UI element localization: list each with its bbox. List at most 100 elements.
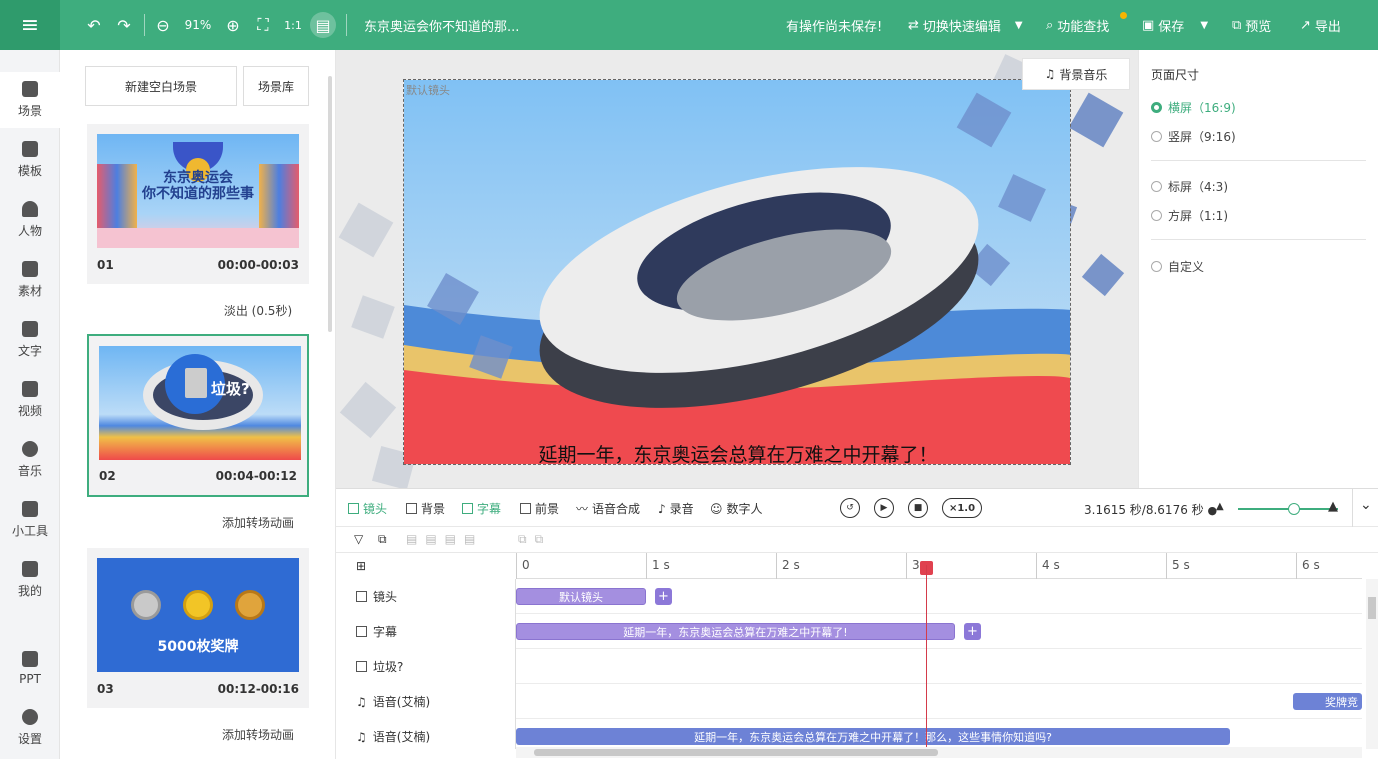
caret-down-icon: ▼	[1200, 20, 1209, 31]
scenes-panel: 新建空白场景 场景库 东京奥运会 你不知道的那些事 01 00:00-00:03…	[60, 50, 336, 759]
playhead[interactable]	[926, 565, 927, 753]
subtitle-mode-icon[interactable]: ▤	[310, 12, 336, 38]
sidebar-item-person[interactable]: 人物	[0, 192, 60, 248]
tab-tts[interactable]: 〰语音合成	[576, 500, 640, 517]
add-subtitle-button[interactable]: +	[964, 623, 981, 640]
ratio-16-9-radio[interactable]: 横屏（16:9)	[1151, 99, 1236, 116]
sidebar-item-material[interactable]: 素材	[0, 252, 60, 308]
align-tools[interactable]: ▤▤▤▤	[406, 532, 483, 546]
zoom-out-icon[interactable]: ⊖	[152, 13, 174, 37]
preview-stage[interactable]: 延期一年，东京奥运会总算在万难之中开幕了！	[403, 79, 1071, 465]
time-ruler[interactable]: 0 1 s 2 s 3 4 s 5 s 6 s	[516, 553, 1362, 579]
stage-subtitle[interactable]: 延期一年，东京奥运会总算在万难之中开幕了！	[404, 440, 1070, 464]
scene-time: 00:00-00:03	[217, 258, 299, 272]
sidebar-item-template[interactable]: 模板	[0, 132, 60, 188]
ratio-9-16-radio[interactable]: 竖屏（9:16)	[1151, 128, 1236, 145]
camera-clip[interactable]: 默认镜头	[516, 588, 646, 605]
redo-icon[interactable]: ↷	[112, 13, 136, 37]
save-button[interactable]: ▣ 保存 ▼	[1142, 16, 1208, 35]
tab-camera[interactable]: 镜头	[348, 500, 387, 517]
properties-panel: 页面尺寸 横屏（16:9) 竖屏（9:16) 标屏（4:3) 方屏（1:1) 自…	[1138, 50, 1378, 488]
tab-background[interactable]: 背景	[406, 500, 445, 517]
tab-digital-human[interactable]: ☺ 数字人	[710, 500, 763, 517]
background-music-button[interactable]: ♫ 背景音乐	[1022, 58, 1130, 90]
fullscreen-icon[interactable]: ⛶	[252, 13, 274, 37]
layers-icon[interactable]: ⧉	[378, 532, 387, 547]
zoom-in-icon[interactable]: ⊕	[222, 13, 244, 37]
collapse-icon[interactable]: ⌄	[1360, 497, 1372, 513]
scene-number: 01	[97, 258, 114, 272]
sidebar-item-settings[interactable]: 设置	[0, 700, 60, 756]
scene-thumbnail: 东京奥运会 你不知道的那些事	[97, 134, 299, 248]
project-title[interactable]: 东京奥运会你不知道的那...	[364, 16, 519, 35]
export-button[interactable]: ↗ 导出	[1300, 16, 1341, 35]
timeline-hscroll[interactable]	[516, 747, 1362, 758]
upload-icon	[22, 561, 38, 577]
timeline-vscroll[interactable]	[1366, 579, 1378, 749]
filter-icon[interactable]: ▽	[354, 532, 363, 546]
actual-size-icon[interactable]: 1:1	[282, 13, 304, 37]
ruler-tick: 0	[516, 553, 530, 579]
scene-card[interactable]: 5000枚奖牌 03 00:12-00:16	[87, 548, 309, 708]
sidebar-item-scene[interactable]: 场景	[0, 72, 60, 128]
undo-icon[interactable]: ↶	[82, 13, 106, 37]
ruler-tick: 4 s	[1036, 553, 1060, 579]
track-label-voice: ♫ 语音(艾楠)	[356, 694, 431, 710]
subtitle-clip[interactable]: 延期一年，东京奥运会总算在万难之中开幕了!	[516, 623, 955, 640]
scene-time: 00:04-00:12	[215, 469, 297, 483]
material-icon	[22, 261, 38, 277]
sidebar-item-ppt[interactable]: PPT	[0, 640, 60, 696]
speed-button[interactable]: ×1.0	[942, 498, 982, 518]
sidebar-item-text[interactable]: 文字	[0, 312, 60, 368]
template-icon	[22, 141, 38, 157]
camera-label: 默认镜头	[406, 84, 450, 97]
voice-clip[interactable]: 延期一年，东京奥运会总算在万难之中开幕了！那么，这些事情你知道吗?	[516, 728, 1230, 745]
mountain-large-icon: ▲	[1328, 499, 1338, 514]
music-note-icon: ♫	[356, 729, 367, 744]
top-toolbar: ≡ ↶ ↷ ⊖ 91% ⊕ ⛶ 1:1 ▤ 东京奥运会你不知道的那... 有操作…	[0, 0, 1378, 50]
scene-card[interactable]: 东京奥运会 你不知道的那些事 01 00:00-00:03	[87, 124, 309, 284]
tab-record[interactable]: ♪ 录音	[658, 500, 694, 517]
feature-search-button[interactable]: ⌕ 功能查找	[1046, 16, 1109, 35]
tab-subtitle[interactable]: 字幕	[462, 500, 501, 517]
zoom-slider-knob[interactable]	[1288, 503, 1300, 515]
transition-label[interactable]: 淡出 (0.5秒)	[120, 302, 335, 319]
quick-edit-button[interactable]: ⇄ 切换快速编辑 ▼	[908, 16, 1023, 35]
add-camera-button[interactable]: +	[655, 588, 672, 605]
camera-icon	[348, 503, 359, 514]
sidebar-item-mine[interactable]: 我的	[0, 552, 60, 608]
ruler-tick: 6 s	[1296, 553, 1320, 579]
page-size-heading: 页面尺寸	[1151, 68, 1200, 82]
sidebar-item-toolbox[interactable]: 小工具	[0, 492, 60, 548]
music-icon	[22, 441, 38, 457]
sidebar-item-music[interactable]: 音乐	[0, 432, 60, 488]
menu-icon[interactable]: ≡	[0, 0, 60, 50]
timeline-tools: ▽ ⧉ ▤▤▤▤ ⧉⧉	[336, 527, 1378, 553]
replay-icon[interactable]: ↺	[840, 498, 860, 518]
zoom-level: 91%	[184, 18, 212, 32]
play-icon[interactable]: ▶	[874, 498, 894, 518]
transition-label[interactable]: 添加转场动画	[120, 514, 335, 531]
track-label-voice: ♫ 语音(艾楠)	[356, 729, 431, 745]
zoom-slider[interactable]	[1238, 503, 1338, 515]
voice-clip[interactable]: 奖牌竞	[1293, 693, 1362, 710]
grid-icon[interactable]: ⊞	[356, 559, 366, 573]
notification-dot	[1120, 12, 1127, 19]
scene-number: 03	[97, 682, 114, 696]
sidebar: 场景 模板 人物 素材 文字 视频 音乐 小工具 我的 PPT 设置	[0, 50, 60, 759]
new-blank-scene-button[interactable]: 新建空白场景	[85, 66, 237, 106]
sidebar-item-video[interactable]: 视频	[0, 372, 60, 428]
preview-button[interactable]: ⧉ 预览	[1232, 16, 1271, 35]
ratio-custom-radio[interactable]: 自定义	[1151, 258, 1204, 275]
group-tools[interactable]: ⧉⧉	[518, 532, 551, 547]
scenes-scrollbar[interactable]	[328, 76, 332, 332]
tab-foreground[interactable]: 前景	[520, 500, 559, 517]
ratio-4-3-radio[interactable]: 标屏（4:3)	[1151, 178, 1228, 195]
person-icon	[22, 201, 38, 217]
ratio-1-1-radio[interactable]: 方屏（1:1)	[1151, 207, 1228, 224]
transition-label[interactable]: 添加转场动画	[120, 726, 335, 743]
stop-icon[interactable]: ■	[908, 498, 928, 518]
text-icon	[22, 321, 38, 337]
scene-library-button[interactable]: 场景库	[243, 66, 309, 106]
scene-card[interactable]: 垃圾? 02 00:04-00:12	[87, 334, 309, 497]
